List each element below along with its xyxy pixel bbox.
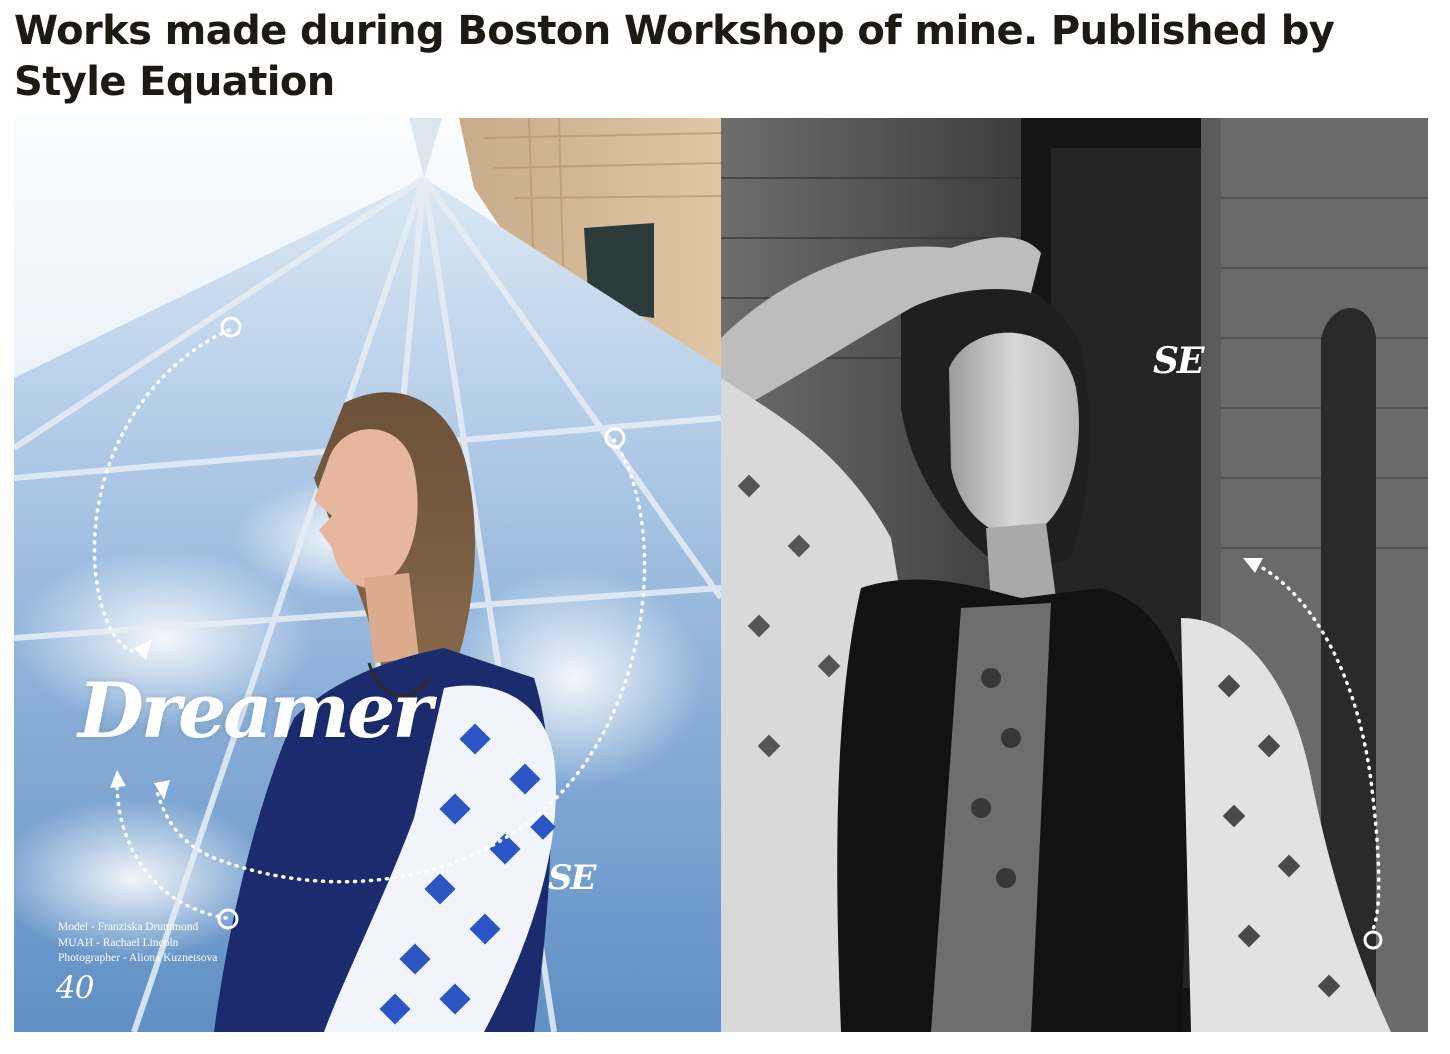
credit-model: Model - Franziska Drummond (58, 921, 199, 933)
right-page: SE (721, 118, 1428, 1032)
left-page: Dreamer Model - Franziska Drummond MUAH … (14, 118, 721, 1032)
dreamer-headline: Dreamer (78, 666, 432, 755)
page-number: 40 (56, 970, 94, 1006)
left-page-photo (14, 118, 721, 1032)
magazine-spread-image: Dreamer Model - Franziska Drummond MUAH … (14, 118, 1428, 1032)
style-equation-logo: SE (548, 858, 596, 898)
credit-photographer: Photographer - Aliona Kuznetsova (58, 952, 218, 964)
credit-muah: MUAH - Rachael Lincoln (58, 936, 179, 949)
style-equation-logo: SE (1153, 340, 1204, 382)
post-title: Works made during Boston Workshop of min… (14, 8, 1335, 105)
photo-credits: Model - Franziska Drummond MUAH - Rachae… (58, 920, 217, 967)
right-page-photo (721, 118, 1428, 1032)
